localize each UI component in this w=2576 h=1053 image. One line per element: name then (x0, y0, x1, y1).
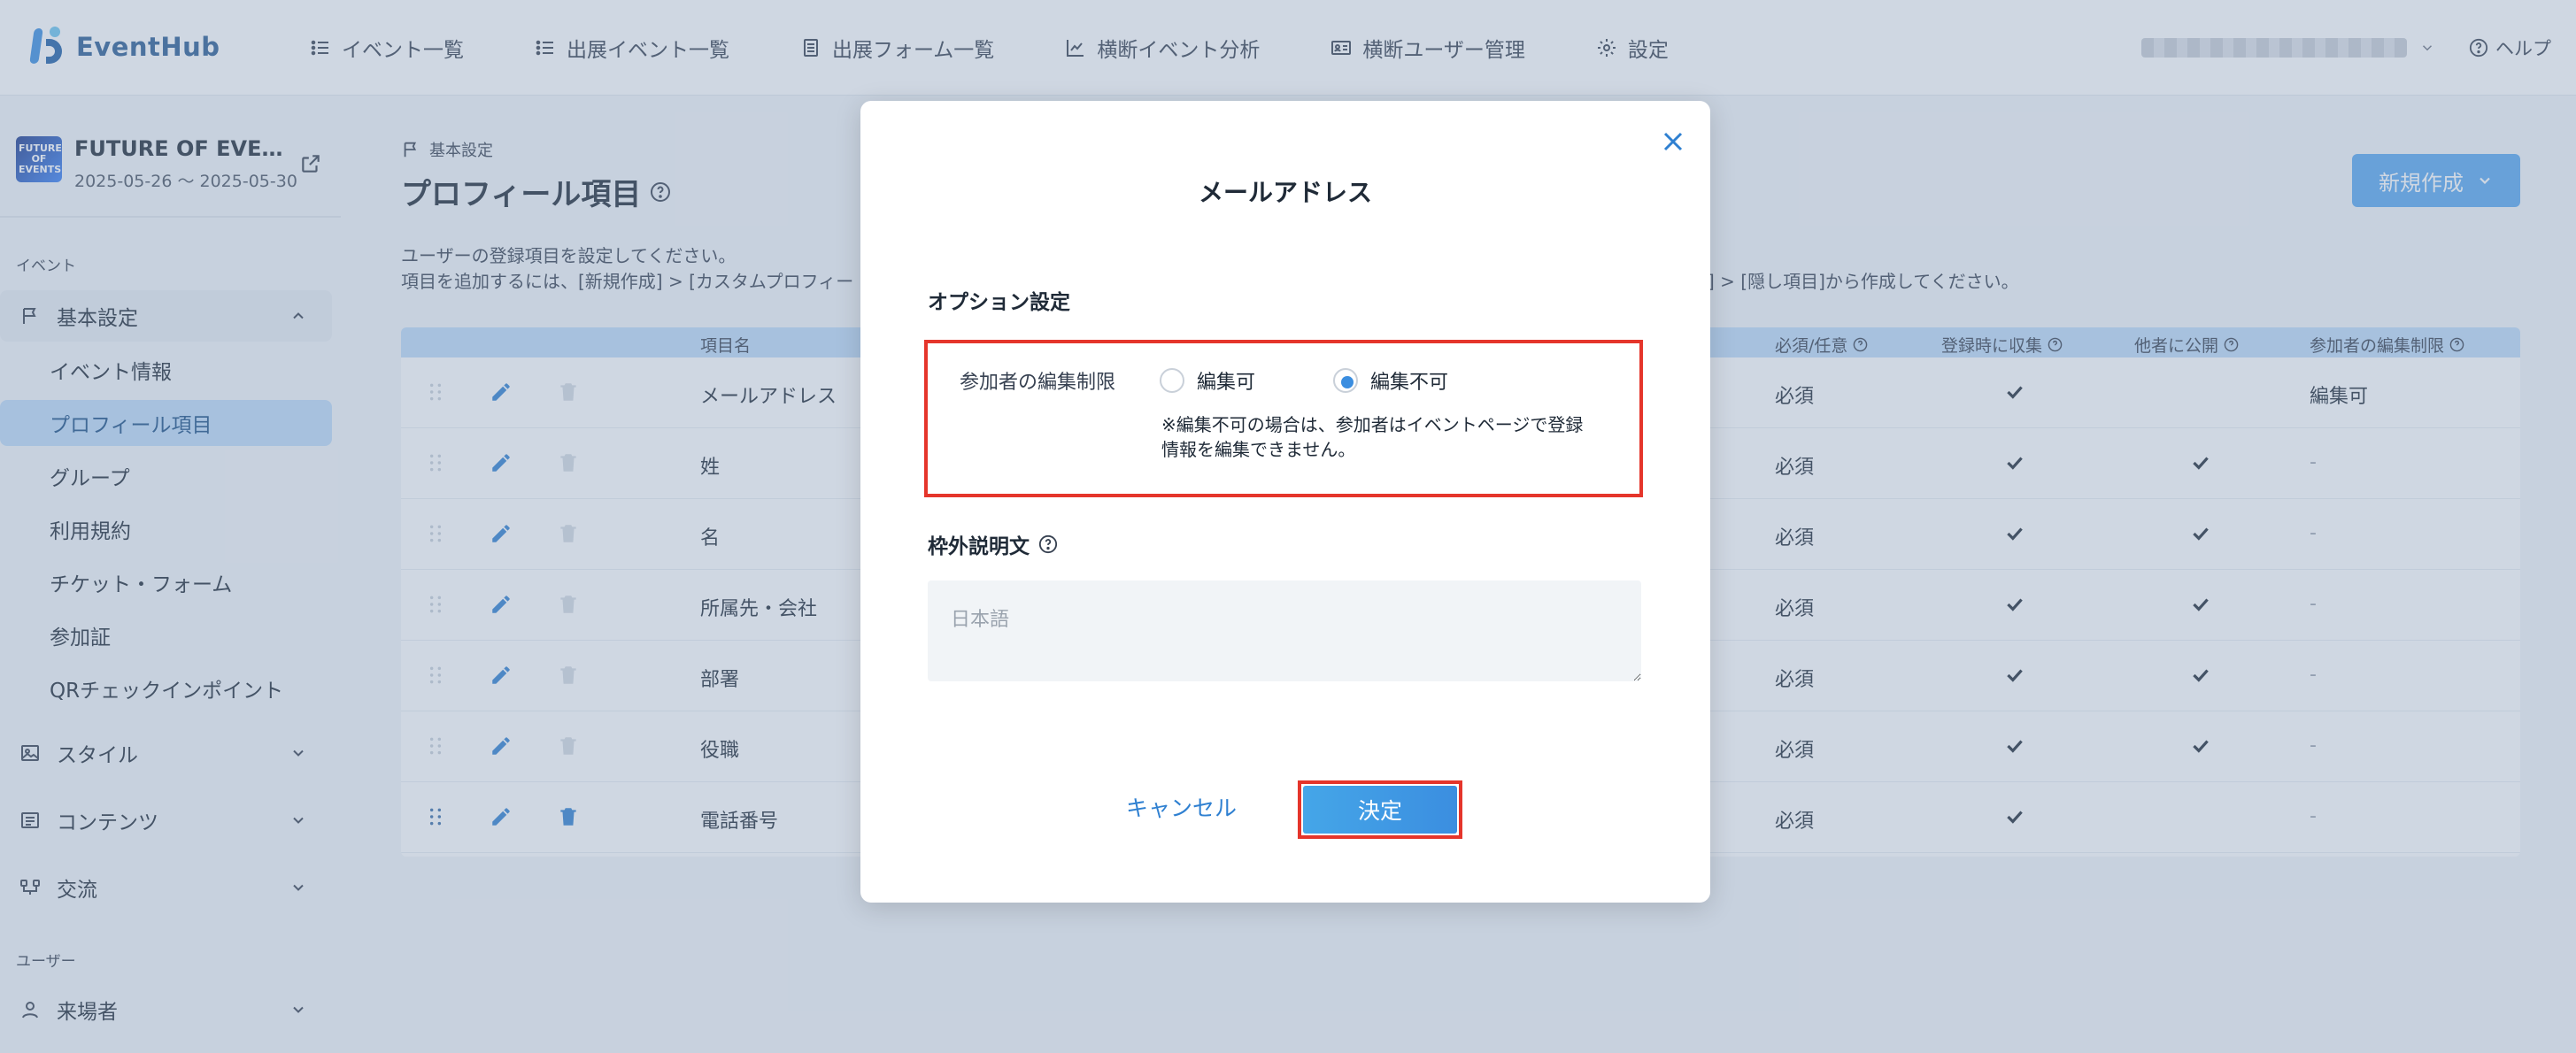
radio-label: 編集不可 (1370, 372, 1449, 394)
highlight-box-ok: 決定 (1298, 780, 1462, 839)
edit-field-modal: メールアドレス オプション設定 参加者の編集制限 編集可 編集不可 ※編集不可の… (860, 101, 1710, 903)
outside-description-heading: 枠外説明文 (928, 529, 1058, 559)
close-icon[interactable] (1657, 126, 1689, 158)
cancel-button[interactable]: キャンセル (1126, 791, 1237, 823)
radio-circle-on[interactable] (1333, 368, 1358, 393)
edit-limit-note-line2: 情報を編集できません。 (1161, 439, 1356, 460)
radio-circle-off[interactable] (1160, 368, 1184, 393)
ok-button[interactable]: 決定 (1303, 786, 1457, 834)
outside-description-textarea[interactable] (928, 580, 1641, 681)
radio-not-editable[interactable]: 編集不可 (1333, 366, 1448, 395)
option-settings-heading: オプション設定 (928, 291, 1070, 314)
question-circle-icon[interactable] (1038, 534, 1058, 554)
edit-limit-note-line1: ※編集不可の場合は、参加者はイベントページで登録 (1161, 414, 1584, 435)
outside-description-label: 枠外説明文 (928, 535, 1030, 558)
radio-label: 編集可 (1197, 372, 1256, 394)
modal-title: メールアドレス (1198, 178, 1372, 207)
edit-limit-label: 参加者の編集制限 (960, 372, 1116, 394)
radio-editable[interactable]: 編集可 (1160, 366, 1255, 395)
